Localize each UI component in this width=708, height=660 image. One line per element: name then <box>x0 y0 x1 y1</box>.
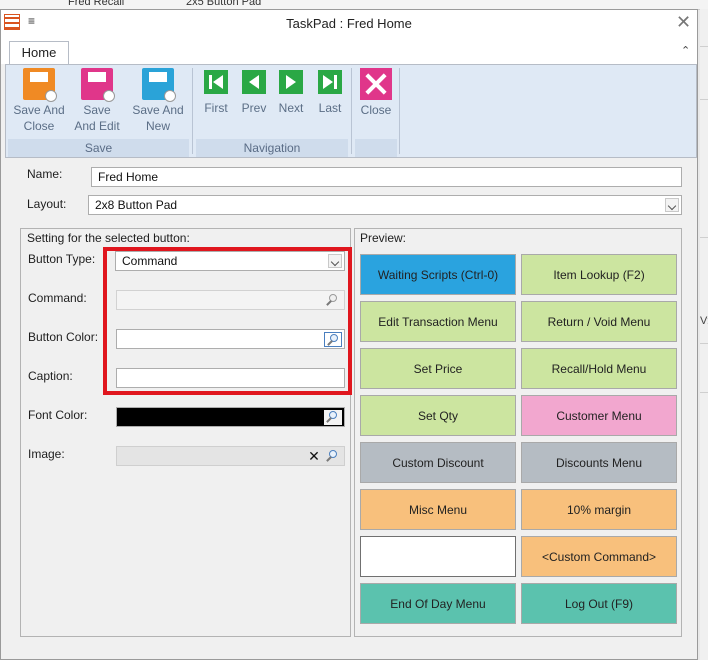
image-search-icon[interactable] <box>324 449 342 464</box>
font-color-input[interactable] <box>116 407 345 427</box>
save-and-new-button[interactable]: Save And New <box>128 68 188 134</box>
preview-button[interactable]: Misc Menu <box>360 489 516 530</box>
save-and-new-label-2: New <box>145 119 170 133</box>
save-and-edit-label-1: Save <box>83 103 111 117</box>
collapse-ribbon-icon[interactable]: ⌃ <box>681 44 690 57</box>
close-group-label <box>355 139 397 157</box>
preview-button[interactable]: Log Out (F9) <box>521 583 677 624</box>
clear-x-icon[interactable]: ✕ <box>306 448 322 464</box>
next-button[interactable]: Next <box>274 68 308 116</box>
save-and-edit-label-2: And Edit <box>74 119 120 133</box>
settings-panel-title: Setting for the selected button: <box>27 231 190 245</box>
next-label: Next <box>278 101 304 115</box>
save-and-close-label-1: Save And <box>13 103 65 117</box>
preview-button[interactable]: Discounts Menu <box>521 442 677 483</box>
first-icon <box>204 70 228 94</box>
image-input[interactable]: ✕ <box>116 446 345 466</box>
save-group-label: Save <box>8 139 189 157</box>
close-x-icon <box>360 68 392 100</box>
prev-button[interactable]: Prev <box>237 68 271 116</box>
background-app-edge: V: <box>700 9 708 660</box>
ribbon-separator <box>192 68 193 154</box>
image-label: Image: <box>28 447 65 461</box>
last-icon <box>318 70 342 94</box>
save-and-close-button[interactable]: Save And Close <box>9 68 69 134</box>
background-row-label: Fred Recall <box>68 0 125 8</box>
window-close-icon[interactable]: ✕ <box>676 12 691 33</box>
preview-button[interactable]: Set Price <box>360 348 516 389</box>
next-icon <box>279 70 303 94</box>
first-button[interactable]: First <box>199 68 233 116</box>
preview-button[interactable]: Waiting Scripts (Ctrl-0) <box>360 254 516 295</box>
preview-button[interactable]: Customer Menu <box>521 395 677 436</box>
preview-button[interactable]: Item Lookup (F2) <box>521 254 677 295</box>
last-label: Last <box>318 101 342 115</box>
name-label: Name: <box>27 167 63 181</box>
name-input[interactable]: Fred Home <box>91 167 682 187</box>
button-type-label: Button Type: <box>28 252 96 266</box>
preview-button[interactable]: Return / Void Menu <box>521 301 677 342</box>
tab-home[interactable]: Home <box>9 41 69 65</box>
preview-button[interactable] <box>360 536 516 577</box>
layout-label: Layout: <box>27 197 67 211</box>
font-color-label: Font Color: <box>28 408 88 422</box>
preview-button[interactable]: Edit Transaction Menu <box>360 301 516 342</box>
save-edit-icon <box>81 68 115 102</box>
last-button[interactable]: Last <box>313 68 347 116</box>
save-new-icon <box>142 68 176 102</box>
background-edge-text: V: <box>700 315 708 327</box>
prev-label: Prev <box>241 101 267 115</box>
preview-button[interactable]: 10% margin <box>521 489 677 530</box>
preview-button[interactable]: <Custom Command> <box>521 536 677 577</box>
ribbon-tab-row <box>1 40 697 64</box>
preview-button[interactable]: Recall/Hold Menu <box>521 348 677 389</box>
layout-value: 2x8 Button Pad <box>95 198 178 212</box>
save-and-edit-button[interactable]: Save And Edit <box>69 68 125 134</box>
preview-button[interactable]: Set Qty <box>360 395 516 436</box>
ribbon-separator <box>399 68 400 154</box>
command-label: Command: <box>28 291 87 305</box>
button-color-label: Button Color: <box>28 330 99 344</box>
close-button[interactable]: Close <box>357 68 395 118</box>
chevron-down-icon[interactable] <box>665 198 679 212</box>
highlight-box <box>103 247 352 395</box>
close-label: Close <box>360 103 392 117</box>
first-label: First <box>204 101 228 115</box>
window-title: TaskPad : Fred Home <box>286 16 412 31</box>
background-row-value: 2x5 Button Pad <box>186 0 262 8</box>
layout-dropdown[interactable]: 2x8 Button Pad <box>88 195 682 215</box>
save-close-icon <box>23 68 57 102</box>
ribbon-separator <box>351 68 352 154</box>
preview-button[interactable]: Custom Discount <box>360 442 516 483</box>
preview-button[interactable]: End Of Day Menu <box>360 583 516 624</box>
prev-icon <box>242 70 266 94</box>
save-and-new-label-1: Save And <box>132 103 184 117</box>
preview-title: Preview: <box>360 231 407 245</box>
caption-label: Caption: <box>28 369 73 383</box>
font-color-search-icon[interactable] <box>324 410 342 425</box>
save-and-close-label-2: Close <box>23 119 55 133</box>
navigation-group-label: Navigation <box>196 139 348 157</box>
